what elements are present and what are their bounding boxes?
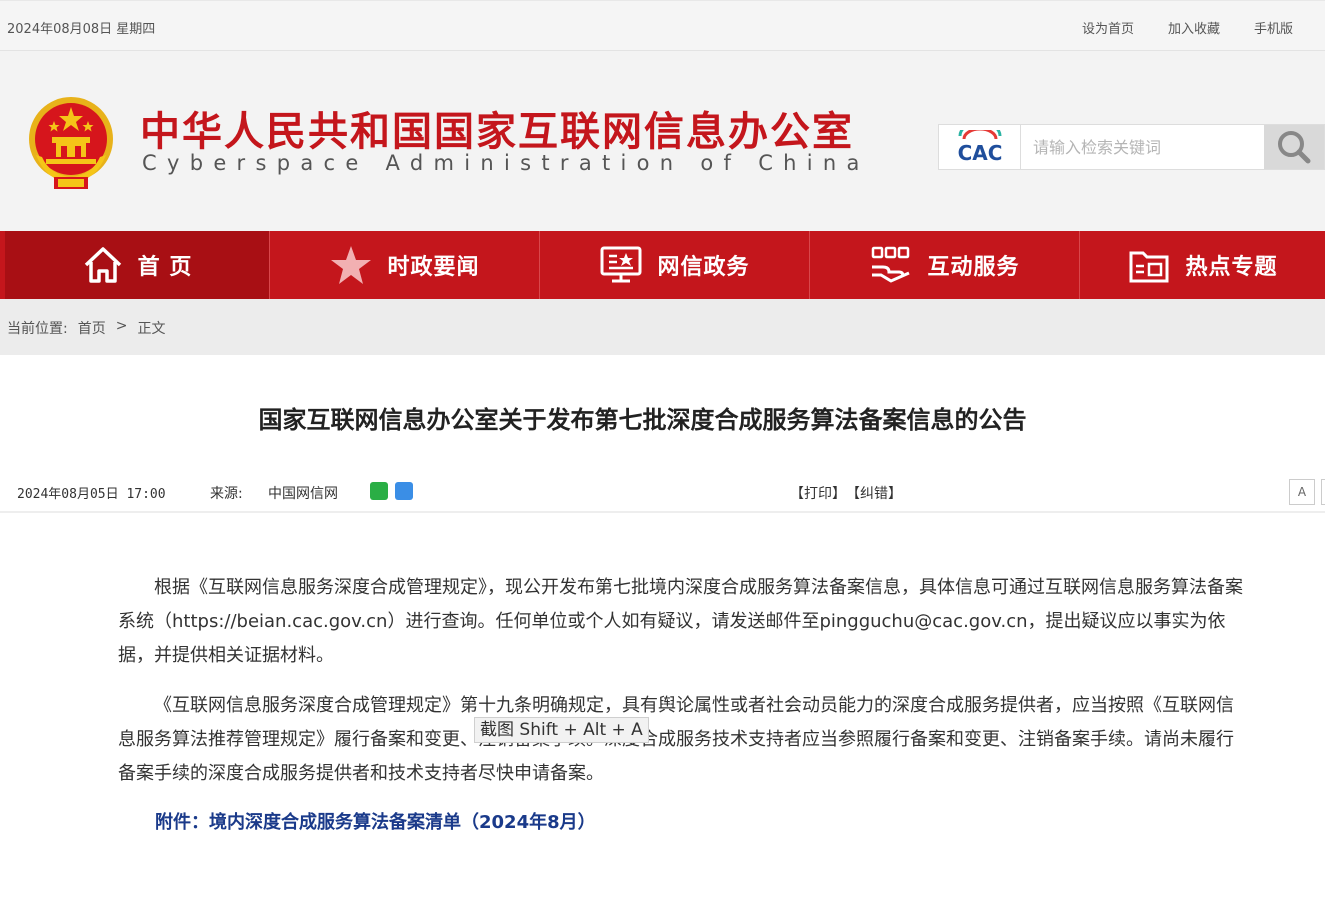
attachment-link[interactable]: 附件：境内深度合成服务算法备案清单（2024年8月） — [155, 808, 596, 834]
nav-item-hot-topics[interactable]: 热点专题 — [1080, 231, 1325, 299]
nav-item-label: 时政要闻 — [387, 255, 480, 280]
article-paragraph: 《互联网信息服务深度合成管理规定》第十九条明确规定，具有舆论属性或者社会动员能力… — [118, 695, 1234, 784]
nav-item-label: 网信政务 — [657, 255, 750, 280]
source-label: 来源: — [210, 486, 243, 502]
article-tools: 【打印】 【纠错】 — [790, 483, 902, 503]
cac-logo: CAC — [939, 125, 1021, 169]
article-paragraph: 根据《互联网信息服务深度合成管理规定》，现公开发布第七批境内深度合成服务算法备案… — [118, 577, 1243, 666]
font-size-button-secondary[interactable] — [1321, 479, 1325, 505]
breadcrumb: 当前位置: 首页 > 正文 — [0, 299, 1325, 355]
nav-item-interactive-services[interactable]: 互动服务 — [810, 231, 1080, 299]
article-meta: 2024年08月05日 17:00 来源: 中国网信网 【打印】 【纠错】 A — [0, 473, 1325, 513]
article-title: 国家互联网信息办公室关于发布第七批深度合成服务算法备案信息的公告 — [258, 406, 1027, 434]
search-input[interactable] — [1023, 125, 1263, 169]
search-box: CAC — [938, 124, 1325, 170]
site-header: 中华人民共和国国家互联网信息办公室 Cyberspace Administrat… — [0, 51, 1325, 231]
wechat-share-icon[interactable] — [370, 482, 388, 500]
folder-icon — [1129, 251, 1169, 283]
breadcrumb-current: 正文 — [137, 321, 166, 337]
cac-logo-icon: CAC — [957, 130, 1002, 164]
nav-item-politics-news[interactable]: 时政要闻 — [270, 231, 540, 299]
source-name: 中国网信网 — [268, 486, 338, 502]
monitor-icon — [600, 246, 642, 283]
qzone-share-icon[interactable] — [395, 482, 413, 500]
site-subtitle: Cyberspace Administration of China — [142, 151, 870, 175]
share-buttons — [370, 482, 413, 500]
nav-item-label: 热点专题 — [1185, 255, 1278, 280]
svg-text:CAC: CAC — [957, 141, 1002, 164]
top-links: 设为首页 加入收藏 手机版 — [1082, 18, 1293, 37]
search-icon — [1278, 131, 1311, 164]
add-favorite-link[interactable]: 加入收藏 — [1168, 18, 1220, 37]
nav-item-label: 首 页 — [137, 255, 193, 280]
correct-error-link[interactable]: 【纠错】 — [846, 483, 902, 503]
breadcrumb-separator: > — [115, 318, 128, 334]
search-button[interactable] — [1264, 125, 1324, 169]
site-title: 中华人民共和国国家互联网信息办公室 — [140, 109, 854, 155]
breadcrumb-home-link[interactable]: 首页 — [78, 318, 106, 355]
home-icon — [84, 247, 121, 283]
current-date: 2024年08月08日 星期四 — [7, 22, 156, 37]
nav-item-home[interactable]: 首 页 — [0, 231, 270, 299]
article-body: 根据《互联网信息服务深度合成管理规定》，现公开发布第七批境内深度合成服务算法备案… — [118, 571, 1246, 807]
publish-time: 2024年08月05日 17:00 — [17, 487, 166, 502]
main-nav: 首 页 时政要闻 网信政务 互动服务 热点专题 — [0, 231, 1325, 299]
mobile-version-link[interactable]: 手机版 — [1254, 18, 1293, 37]
nav-item-government-affairs[interactable]: 网信政务 — [540, 231, 810, 299]
nav-item-label: 互动服务 — [927, 255, 1020, 280]
set-homepage-link[interactable]: 设为首页 — [1082, 18, 1134, 37]
top-bar: 2024年08月08日 星期四 设为首页 加入收藏 手机版 — [0, 0, 1325, 51]
national-emblem-icon — [29, 97, 113, 189]
breadcrumb-prefix: 当前位置: — [7, 321, 68, 337]
screenshot-shortcut-tooltip: 截图 Shift + Alt + A — [474, 717, 649, 743]
print-link[interactable]: 【打印】 — [790, 483, 846, 503]
font-size-button[interactable]: A — [1289, 479, 1315, 505]
hands-icon — [872, 246, 911, 283]
star-icon — [331, 246, 372, 284]
